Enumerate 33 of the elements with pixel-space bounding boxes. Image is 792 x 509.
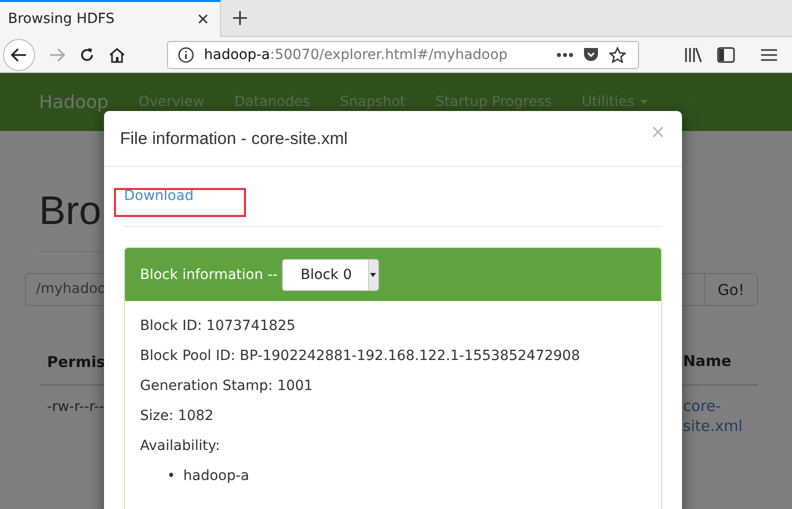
info-icon[interactable] bbox=[178, 46, 194, 62]
close-icon[interactable] bbox=[198, 14, 208, 24]
close-button[interactable]: × bbox=[650, 118, 665, 146]
go-button[interactable]: Go! bbox=[705, 273, 758, 306]
back-button[interactable] bbox=[3, 38, 35, 70]
new-tab-icon[interactable] bbox=[233, 11, 247, 25]
column-header: Name bbox=[683, 352, 732, 370]
pocket-icon[interactable] bbox=[583, 47, 599, 62]
menu-icon[interactable] bbox=[761, 48, 777, 62]
more-icon[interactable] bbox=[557, 52, 573, 56]
url-text: hadoop-a:50070/explorer.html#/myhadoop bbox=[204, 46, 509, 62]
download-link[interactable]: Download bbox=[124, 188, 194, 204]
page-heading: Bro bbox=[39, 131, 102, 252]
library-icon[interactable] bbox=[684, 46, 702, 62]
modal-title: File information - core-site.xml bbox=[120, 128, 348, 148]
back-arrow-icon bbox=[11, 48, 27, 62]
info-text: Generation Stamp: 1001 bbox=[140, 377, 314, 396]
file-link[interactable]: core-site.xml bbox=[683, 396, 749, 436]
address-bar[interactable]: hadoop-a:50070/explorer.html#/myhadoop bbox=[167, 40, 639, 68]
host-item: hadoop-a bbox=[183, 468, 250, 484]
browser-tab[interactable]: Browsing HDFS bbox=[0, 0, 221, 36]
table-cell: -rw-r--r-- bbox=[47, 399, 104, 415]
star-icon[interactable] bbox=[609, 46, 626, 62]
info-text: Block ID: 1073741825 bbox=[140, 317, 296, 336]
info-text: Size: 1082 bbox=[140, 407, 215, 426]
info-text: Block Pool ID: BP-1902242881-192.168.122.1-1553852472908 bbox=[140, 347, 581, 366]
info-text: Availability: bbox=[140, 437, 222, 456]
sidebar-icon[interactable] bbox=[717, 46, 735, 62]
reload-icon[interactable] bbox=[79, 46, 95, 62]
column-header: Permis bbox=[47, 353, 106, 371]
home-icon[interactable] bbox=[109, 46, 125, 62]
bullet: • bbox=[167, 468, 176, 484]
brand-link[interactable]: Hadoop bbox=[39, 92, 108, 112]
